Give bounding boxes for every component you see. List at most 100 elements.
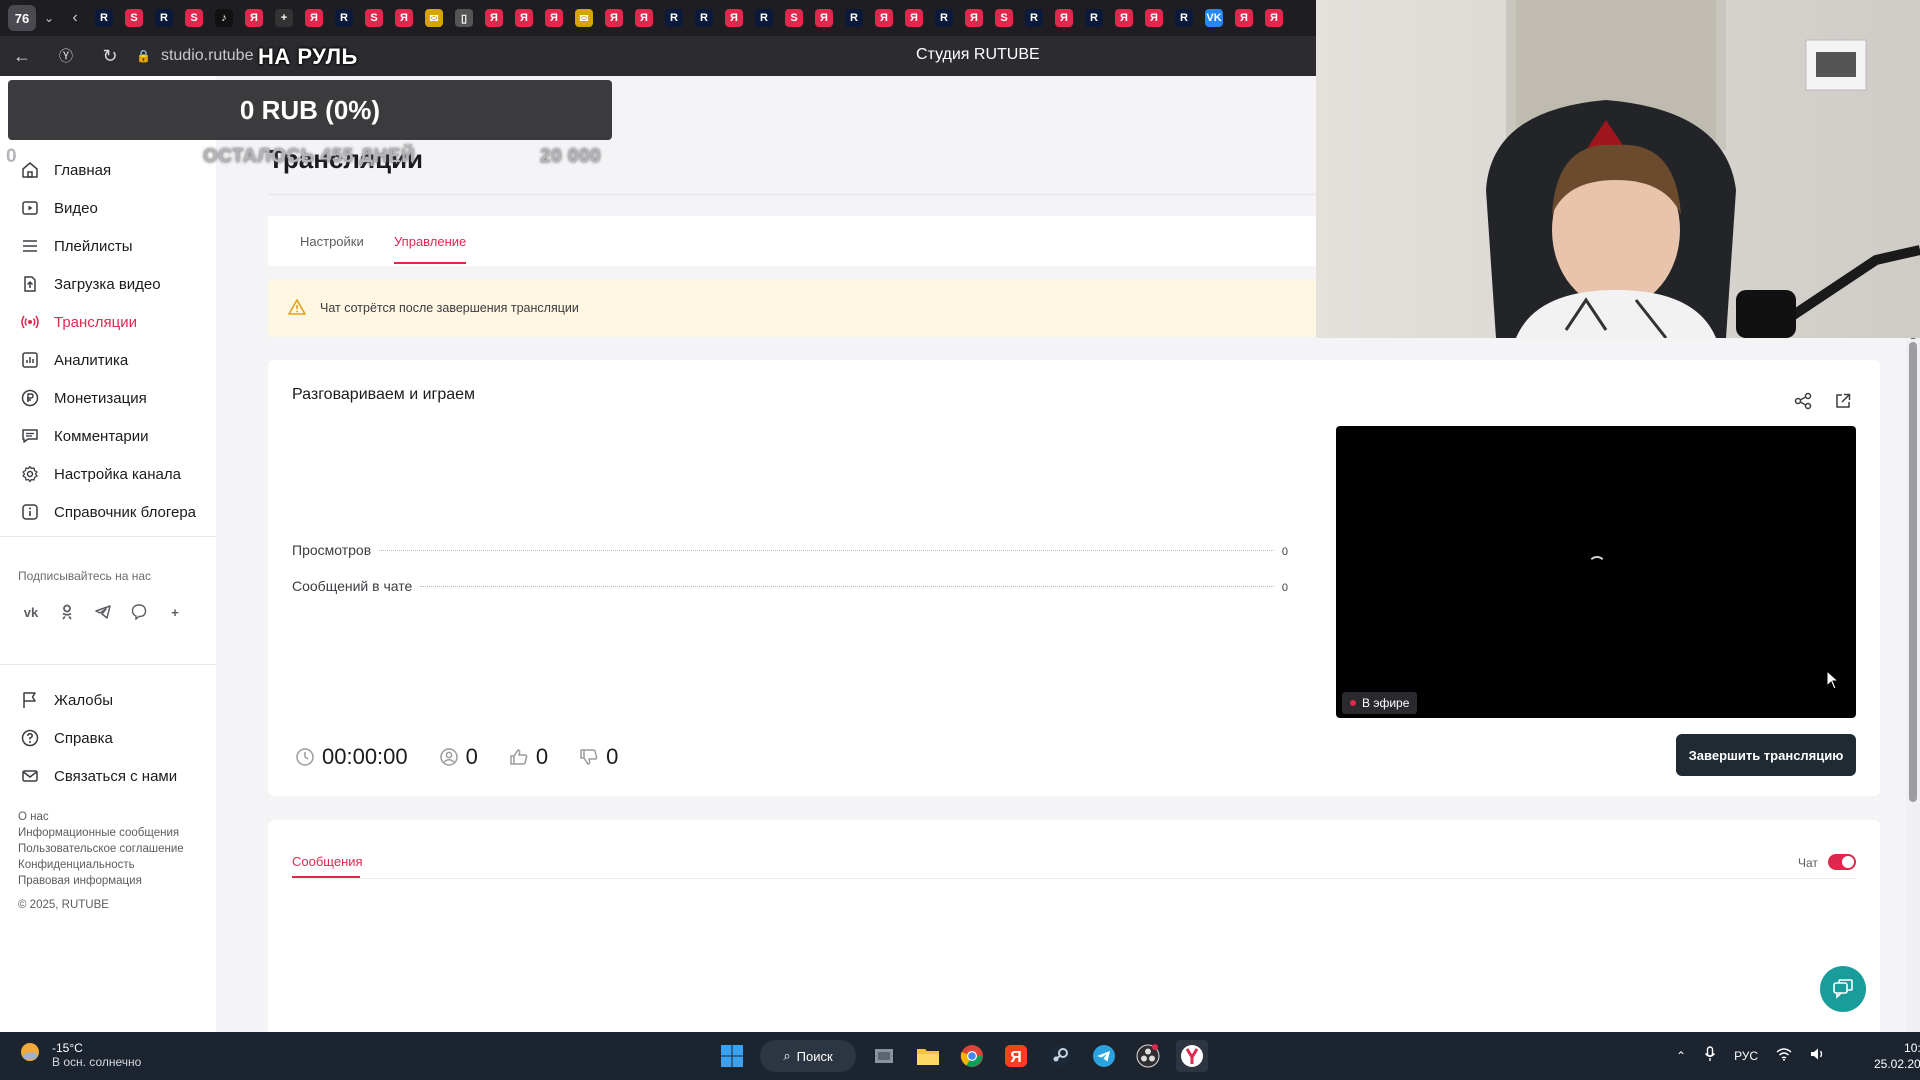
vk-icon[interactable]: vk [19,600,43,624]
tab-scroll-left-icon[interactable]: ‹ [62,9,88,27]
sidebar-item-mail[interactable]: Связаться с нами [20,766,177,786]
sidebar-item-info[interactable]: Справочник блогера [20,502,196,522]
yandex-icon[interactable]: Я [962,6,986,30]
yandex-icon[interactable]: Я [1142,6,1166,30]
tab-messages[interactable]: Сообщения [292,854,363,869]
yandex-icon[interactable]: Я [902,6,926,30]
s-icon[interactable]: S [182,6,206,30]
page-scrollbar[interactable]: ▲ [1906,332,1920,1032]
rutube-icon[interactable]: R [932,6,956,30]
sidebar-item-upload[interactable]: Загрузка видео [20,274,161,294]
footer-link-about[interactable]: О нас [18,811,49,823]
viewers-value: 0 [465,744,478,769]
footer-link-info[interactable]: Информационные сообщения [18,827,179,839]
share-icon[interactable] [1792,390,1814,412]
yandex-icon[interactable]: Я [302,6,326,30]
tab-count-badge[interactable]: 76 [8,5,36,31]
footer-link-privacy[interactable]: Конфиденциальность [18,859,135,871]
yandex-icon[interactable]: Я [632,6,656,30]
sidebar-item-playlist[interactable]: Плейлисты [20,236,133,256]
rutube-icon[interactable]: R [1172,6,1196,30]
tabs-dropdown-icon[interactable]: ⌄ [36,11,62,25]
vk-icon[interactable]: VK [1202,6,1226,30]
sidebar-item-video[interactable]: Видео [20,198,98,218]
chat-toggle[interactable] [1828,854,1856,870]
yandex-icon[interactable]: Я [1262,6,1286,30]
rutube-icon[interactable]: R [92,6,116,30]
rutube-icon[interactable]: R [842,6,866,30]
weather-widget[interactable]: -15°C В осн. солнечно [18,1040,141,1069]
footer-link-terms[interactable]: Пользовательское соглашение [18,843,184,855]
end-stream-button[interactable]: Завершить трансляцию [1676,734,1856,776]
s-icon[interactable]: S [122,6,146,30]
tab-settings[interactable]: Настройки [300,234,364,249]
sidebar-item-help[interactable]: Справка [20,728,113,748]
sidebar-item-flag[interactable]: Жалобы [20,690,113,710]
taskbar-search[interactable]: ⌕ Поиск [760,1040,856,1072]
s-icon[interactable]: S [782,6,806,30]
video-player[interactable]: В эфире [1336,426,1856,718]
plus-icon[interactable]: + [272,6,296,30]
tiktok-icon[interactable]: ♪ [212,6,236,30]
system-clock[interactable]: 10:12 25.02.2025 [1874,1040,1920,1072]
support-chat-button[interactable] [1820,966,1866,1012]
back-icon[interactable]: ← [0,46,44,67]
mail-icon[interactable]: ✉ [572,6,596,30]
tray-expand-icon[interactable]: ⌃ [1676,1049,1686,1063]
yandex-icon[interactable]: Я [542,6,566,30]
reload-icon[interactable]: ↻ [88,46,132,67]
steam-icon[interactable] [1044,1040,1076,1072]
yandex-icon[interactable]: Я [1000,1040,1032,1072]
volume-icon[interactable] [1810,1047,1826,1064]
scroll-thumb[interactable] [1909,342,1917,802]
rutube-icon[interactable]: R [692,6,716,30]
chrome-icon[interactable] [956,1040,988,1072]
microphone-icon[interactable] [1704,1046,1716,1065]
obs-icon[interactable] [1132,1040,1164,1072]
windows-start-icon[interactable] [716,1040,748,1072]
sidebar-item-home[interactable]: Главная [20,160,111,180]
yandex-icon[interactable]: Я [392,6,416,30]
sidebar-item-analytics[interactable]: Аналитика [20,350,128,370]
tab-favicon-glyph: ♪ [215,9,233,27]
rutube-icon[interactable]: R [752,6,776,30]
yandex-icon[interactable]: Я [1052,6,1076,30]
rutube-icon[interactable]: R [662,6,686,30]
sidebar-item-ruble[interactable]: Монетизация [20,388,147,408]
yandex-icon[interactable]: Я [242,6,266,30]
yandex-icon[interactable]: Я [602,6,626,30]
external-link-icon[interactable] [1832,390,1854,412]
footer-link-legal[interactable]: Правовая информация [18,875,142,887]
s-icon[interactable]: S [362,6,386,30]
s-icon[interactable]: S [992,6,1016,30]
wifi-icon[interactable] [1776,1047,1792,1064]
viber-icon[interactable] [127,600,151,624]
yandex-protect-icon[interactable]: Ⓨ [44,46,88,66]
mail-icon[interactable]: ✉ [422,6,446,30]
telegram-icon[interactable] [91,600,115,624]
language-indicator[interactable]: РУС [1734,1049,1758,1063]
yandex-icon[interactable]: Я [722,6,746,30]
tab-management[interactable]: Управление [394,234,466,249]
yandex-icon[interactable]: Я [872,6,896,30]
yandex-icon[interactable]: Я [812,6,836,30]
rutube-icon[interactable]: R [1022,6,1046,30]
task-view-icon[interactable] [868,1040,900,1072]
rutube-icon[interactable]: R [1082,6,1106,30]
doc-icon[interactable]: ▯ [452,6,476,30]
yandex-icon[interactable]: Я [1232,6,1256,30]
rutube-icon[interactable]: R [152,6,176,30]
sidebar-item-broadcast[interactable]: Трансляции [20,312,137,332]
yandex-icon[interactable]: Я [1112,6,1136,30]
sidebar-item-comment[interactable]: Комментарии [20,426,148,446]
telegram-icon[interactable] [1088,1040,1120,1072]
ok-icon[interactable] [55,600,79,624]
plus-icon[interactable]: + [163,600,187,624]
sidebar-item-gear[interactable]: Настройка канала [20,464,181,484]
file-explorer-icon[interactable] [912,1040,944,1072]
yandex-icon[interactable]: Я [512,6,536,30]
rutube-icon[interactable]: R [332,6,356,30]
url-field[interactable]: studio.rutube [161,47,254,65]
yandex-browser-icon[interactable] [1176,1040,1208,1072]
yandex-icon[interactable]: Я [482,6,506,30]
